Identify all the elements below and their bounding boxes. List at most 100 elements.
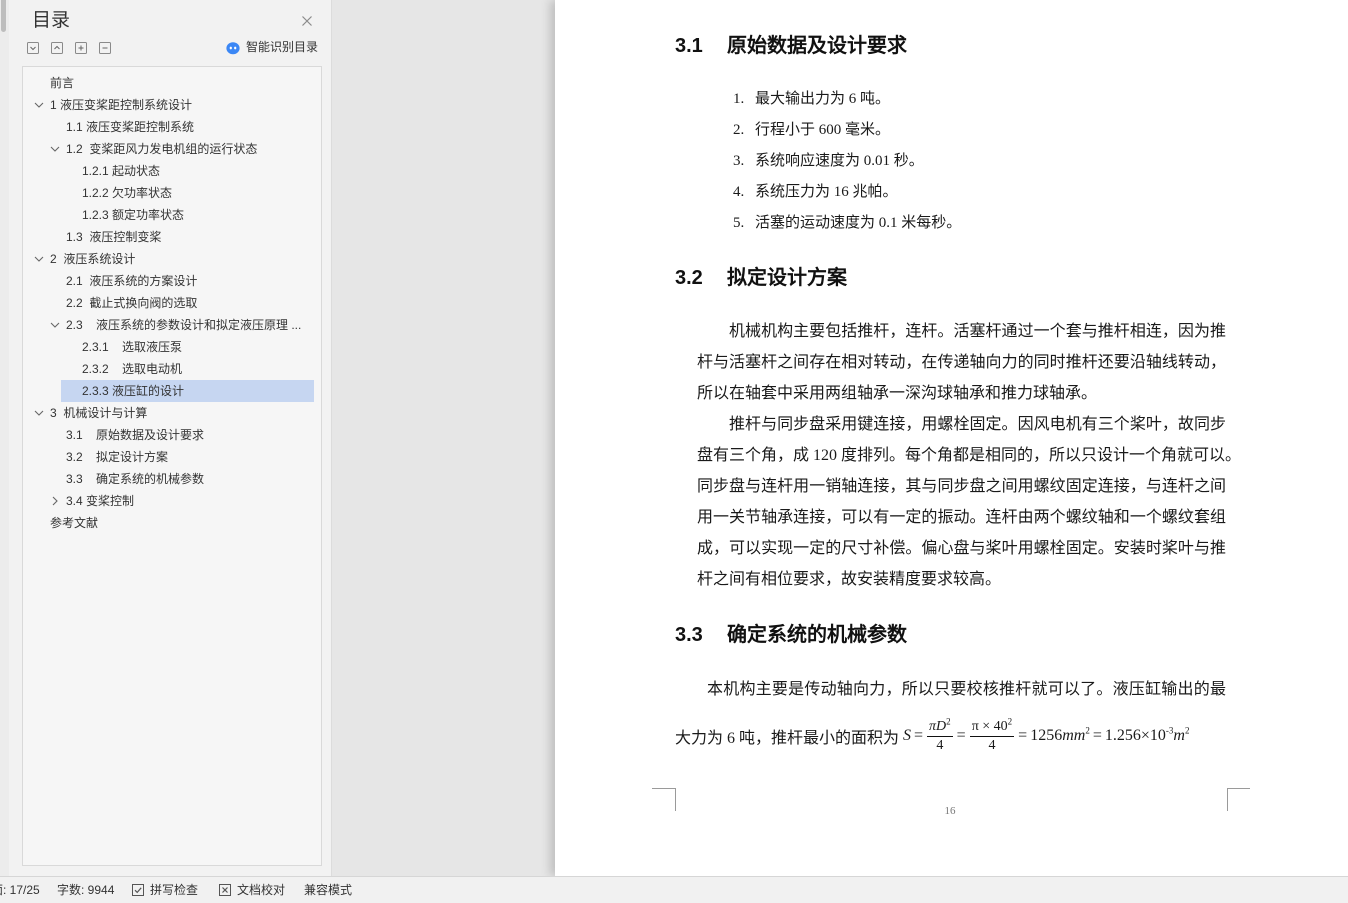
toc-item[interactable]: 1.2 变桨距风力发电机组的运行状态 xyxy=(45,138,314,160)
chevron-down-icon[interactable] xyxy=(34,100,44,110)
close-icon[interactable] xyxy=(301,14,313,26)
section-number: 3.3 xyxy=(675,624,703,646)
list-item: 5. 活塞的运动速度为 0.1 米每秒。 xyxy=(733,208,961,239)
formula-value-m: 1.256×10-3m2 xyxy=(1104,725,1190,745)
toc-item-label: 2.2 截止式换向阀的选取 xyxy=(66,296,198,310)
list-item-text: 最大输出力为 6 吨。 xyxy=(755,91,891,107)
toc-item[interactable]: 3.4 变桨控制 xyxy=(45,490,314,512)
numerator-text: π × 40 xyxy=(971,718,1008,734)
toc-item[interactable]: 参考文献 xyxy=(29,512,314,534)
crop-mark-left xyxy=(652,788,675,789)
document-page[interactable]: 3.1 原始数据及设计要求 1. 最大输出力为 6 吨。 2. 行程小于 600 毫米… xyxy=(555,0,1348,876)
spell-check-icon[interactable] xyxy=(131,883,145,897)
list-item-text: 活塞的运动速度为 0.1 米每秒。 xyxy=(755,215,962,231)
collapse-all-icon[interactable] xyxy=(51,41,63,54)
toc-item[interactable]: 1 液压变桨距控制系统设计 xyxy=(29,94,314,116)
paragraph-line: 同步盘与连杆用一销轴连接，其与同步盘之间用螺纹固定连接，与连杆之间 xyxy=(697,477,1226,495)
toc-item[interactable]: 1.1 液压变桨距控制系统 xyxy=(45,116,314,138)
toc-item-label: 3.3 确定系统的机械参数 xyxy=(66,472,205,486)
word-count[interactable]: 字数: 9944 xyxy=(57,877,114,903)
toc-item[interactable]: 1.3 液压控制变桨 xyxy=(45,226,314,248)
spell-check-button[interactable]: 拼写检查 xyxy=(150,877,198,903)
chevron-down-icon[interactable] xyxy=(34,408,44,418)
smart-toc-button[interactable]: 智能识别目录 xyxy=(226,39,318,56)
toc-sidebar: 目录 智能识别目录 前言 1 液压变桨距控制系统设计 1.1 液压变桨距控制系统 1.… xyxy=(0,0,332,876)
toc-item[interactable]: 2.3.3 液压缸的设计 xyxy=(61,380,314,402)
minus-icon[interactable] xyxy=(99,41,111,54)
value-unit: mm xyxy=(1062,727,1086,744)
toc-item-label: 2 液压系统设计 xyxy=(50,252,136,266)
toc-item-label: 2.3.1 选取液压泵 xyxy=(82,340,183,354)
toc-item[interactable]: 2.3.2 选取电动机 xyxy=(61,358,314,380)
sidebar-scrollbar[interactable] xyxy=(0,0,9,876)
doc-proof-icon[interactable] xyxy=(218,883,232,897)
toc-item[interactable]: 2.3 液压系统的参数设计和拟定液压原理 ... xyxy=(45,314,314,336)
section-title: 确定系统的机械参数 xyxy=(727,624,907,646)
chevron-down-icon[interactable] xyxy=(34,254,44,264)
paragraph-line: 本机构主要是传动轴向力，所以只要校核推杆就可以了。液压缸输出的最 xyxy=(707,680,1226,698)
plus-icon[interactable] xyxy=(75,41,87,54)
chevron-down-icon[interactable] xyxy=(50,144,60,154)
chevron-right-icon[interactable] xyxy=(50,496,60,506)
chevron-down-icon[interactable] xyxy=(50,320,60,330)
toc-item[interactable]: 3.2 拟定设计方案 xyxy=(45,446,314,468)
list-marker: 2. xyxy=(733,122,745,138)
crop-mark-right xyxy=(1227,788,1228,811)
doc-proof-button[interactable]: 文档校对 xyxy=(237,877,285,903)
toc-tree: 前言 1 液压变桨距控制系统设计 1.1 液压变桨距控制系统 1.2 变桨距风力发电机… xyxy=(22,66,322,866)
fraction-numerator: π × 402 xyxy=(969,715,1015,737)
value-number: 1256 xyxy=(1030,727,1063,744)
toc-item-label: 3.1 原始数据及设计要求 xyxy=(66,428,205,442)
exponent: 2 xyxy=(1007,715,1013,726)
paragraph-line: 用一关节轴承连接，可以有一定的振动。连杆由两个螺纹轴和一个螺纹套组 xyxy=(697,509,1226,527)
exponent: 2 xyxy=(1085,725,1090,736)
numerator-text: πD xyxy=(929,718,947,734)
page-indicator[interactable]: 页面: 17/25 xyxy=(0,877,46,903)
value-unit: m xyxy=(1173,727,1185,744)
list-item: 4. 系统压力为 16 兆帕。 xyxy=(733,177,961,208)
paragraph-line: 杆与活塞杆之间存在相对转动，在传递轴向力的同时推杆还要沿轴线转动， xyxy=(697,353,1226,371)
paragraph-line: 杆之间有相位要求，故安装精度要求较高。 xyxy=(697,571,1002,589)
list-item-text: 系统响应速度为 0.01 秒。 xyxy=(755,153,924,169)
fraction-denominator: 4 xyxy=(988,737,996,753)
expand-all-icon[interactable] xyxy=(27,41,39,54)
crop-mark-right xyxy=(1227,788,1250,789)
toc-item[interactable]: 2.1 液压系统的方案设计 xyxy=(45,270,314,292)
toc-item[interactable]: 1.2.1 起动状态 xyxy=(61,160,314,182)
page-number: 16 xyxy=(944,805,956,817)
toc-item[interactable]: 3 机械设计与计算 xyxy=(29,402,314,424)
body-paragraphs: 本机构主要是传动轴向力，所以只要校核推杆就可以了。液压缸输出的最 xyxy=(675,674,1226,705)
fraction: πD2 4 xyxy=(927,716,953,755)
toc-item-label: 前言 xyxy=(50,76,75,90)
toc-item[interactable]: 2.2 截止式换向阀的选取 xyxy=(45,292,314,314)
toc-item[interactable]: 1.2.3 额定功率状态 xyxy=(61,204,314,226)
list-marker: 1. xyxy=(733,91,745,107)
toc-item[interactable]: 1.2.2 欠功率状态 xyxy=(61,182,314,204)
equals-sign: = xyxy=(1018,727,1028,744)
formula-line: 大力为 6 吨，推杆最小的面积为 S = πD2 4 = π × 402 4 =… xyxy=(675,712,1189,760)
toc-item-label: 3 机械设计与计算 xyxy=(50,406,148,420)
toc-item[interactable]: 2 液压系统设计 xyxy=(29,248,314,270)
exponent: 2 xyxy=(1184,725,1190,736)
toc-item-label: 1.2.2 欠功率状态 xyxy=(82,186,173,200)
section-title: 原始数据及设计要求 xyxy=(727,35,907,57)
toc-item[interactable]: 3.1 原始数据及设计要求 xyxy=(45,424,314,446)
toc-item-label: 2.1 液压系统的方案设计 xyxy=(66,274,198,288)
toc-item[interactable]: 2.3.1 选取液压泵 xyxy=(61,336,314,358)
section-number: 3.1 xyxy=(675,35,703,57)
value-number: 1.256×10 xyxy=(1104,727,1166,744)
toc-item-label: 1.3 液压控制变桨 xyxy=(66,230,162,244)
paragraph-line: 盘有三个角，成 120 度排列。每个角都是相同的，所以只设计一个角就可以。 xyxy=(697,446,1242,464)
paragraph-line: 推杆与同步盘采用键连接，用螺栓固定。因风电机有三个桨叶，故同步 xyxy=(729,415,1226,433)
toc-item[interactable]: 3.3 确定系统的机械参数 xyxy=(45,468,314,490)
formula-lead-text: 大力为 6 吨，推杆最小的面积为 xyxy=(675,730,900,747)
toc-item-label: 2.3.2 选取电动机 xyxy=(82,362,183,376)
toc-item[interactable]: 前言 xyxy=(29,72,314,94)
compat-mode-label: 兼容模式 xyxy=(304,883,353,897)
fraction: π × 402 4 xyxy=(969,715,1015,755)
toc-item-label: 1.2.1 起动状态 xyxy=(82,164,161,178)
sidebar-scrollbar-thumb[interactable] xyxy=(1,0,6,32)
section-heading: 3.2 拟定设计方案 xyxy=(675,263,847,293)
toc-item-label: 1 液压变桨距控制系统设计 xyxy=(50,98,193,112)
sidebar-title: 目录 xyxy=(32,10,71,31)
